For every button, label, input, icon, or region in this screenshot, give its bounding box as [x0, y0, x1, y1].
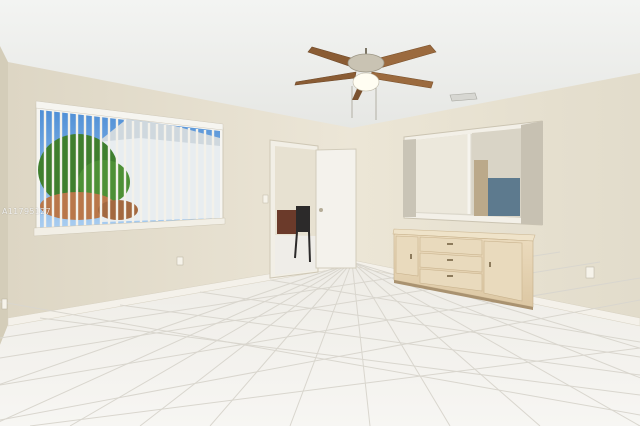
kitchen-cabinet-far [474, 160, 488, 216]
dining-chair-back [296, 206, 310, 232]
next-room-cabinet [277, 210, 297, 234]
cabinet-door-left [395, 235, 419, 277]
door-knob [319, 208, 323, 212]
wall-outlet [176, 256, 184, 266]
light-switch [262, 194, 269, 204]
wall-outlet-left [1, 298, 8, 310]
listing-watermark: A11795127 [2, 207, 51, 216]
curtain-right [521, 121, 543, 225]
fan-motor-housing [347, 53, 385, 73]
room-photo: A11795127 [0, 0, 640, 426]
cabinet-door-right [483, 240, 523, 302]
dining-chair-leg-2 [308, 231, 311, 263]
room-illustration [0, 0, 640, 426]
fan-light [352, 72, 380, 92]
kitchen-appliance [488, 178, 520, 216]
kitchen-view-wall [416, 134, 470, 214]
curtain-left [403, 139, 416, 217]
wall-outlet-right [585, 266, 595, 279]
